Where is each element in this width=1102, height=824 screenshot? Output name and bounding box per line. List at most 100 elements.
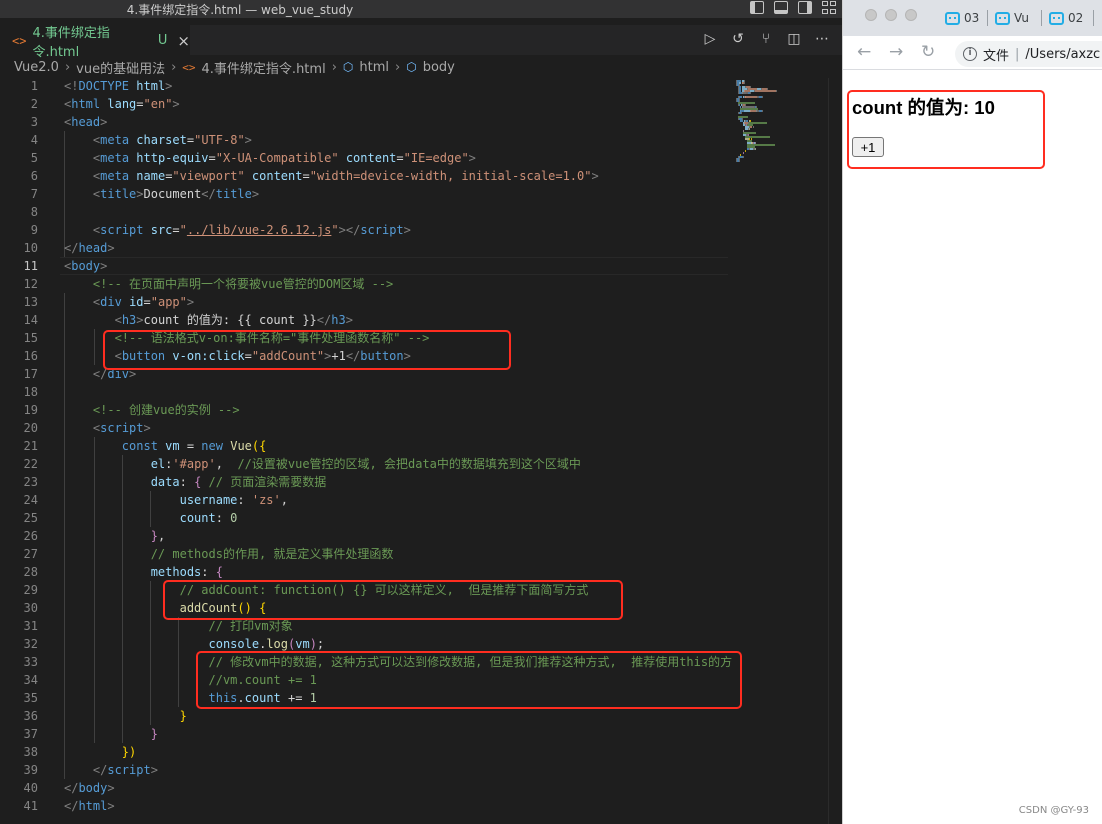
breadcrumb-item[interactable]: body: [423, 60, 455, 75]
breadcrumb: Vue2.0 › vue的基础用法 › <> 4.事件绑定指令.html › ⬡…: [0, 56, 842, 78]
line-text: <!DOCTYPE html>: [64, 79, 173, 93]
window-minimize-button[interactable]: [885, 9, 897, 21]
line-number: 39: [23, 763, 38, 777]
line-text: const vm = new Vue({: [121, 439, 267, 453]
breadcrumb-item[interactable]: 4.事件绑定指令.html: [202, 58, 326, 77]
code-line[interactable]: 11 <body>: [0, 257, 728, 275]
minimap-token: [776, 90, 777, 92]
code-line[interactable]: 12 <!-- 在页面中声明一个将要被vue管控的DOM区域 -->: [0, 275, 728, 293]
more-actions-icon[interactable]: ⋯: [814, 31, 830, 47]
breadcrumb-item[interactable]: html: [359, 60, 389, 75]
code-line[interactable]: 7 <title>Document</title>: [0, 185, 728, 203]
run-icon[interactable]: ▷: [702, 31, 718, 47]
toggle-panel-icon[interactable]: [774, 1, 788, 14]
timeline-icon[interactable]: ↺: [730, 31, 746, 47]
browser-tab[interactable]: 03: [945, 8, 979, 28]
browser-tab[interactable]: Vu: [995, 8, 1029, 28]
window-zoom-button[interactable]: [905, 9, 917, 21]
code-line[interactable]: 14 <h3>count 的值为: {{ count }}</h3>: [0, 311, 728, 329]
address-text: /Users/axzc: [1025, 46, 1101, 62]
minimap-token: [739, 160, 740, 162]
code-line[interactable]: 19 <!-- 创建vue的实例 -->: [0, 401, 728, 419]
line-number: 6: [30, 169, 38, 183]
line-number: 36: [23, 709, 38, 723]
code-line[interactable]: 38 }): [0, 743, 728, 761]
minimap[interactable]: [728, 78, 828, 824]
split-editor-icon[interactable]: ◫: [786, 31, 802, 47]
back-arrow-icon[interactable]: ←: [857, 42, 871, 62]
browser-tab-label: 02: [1068, 11, 1084, 25]
code-line[interactable]: 20 <script>: [0, 419, 728, 437]
customize-layout-icon[interactable]: [822, 1, 836, 14]
minimap-token: [754, 90, 777, 92]
code-line[interactable]: 21 const vm = new Vue({: [0, 437, 728, 455]
code-line[interactable]: 37 }: [0, 725, 728, 743]
forward-arrow-icon[interactable]: →: [889, 42, 903, 62]
code-line[interactable]: 39 </script>: [0, 761, 728, 779]
editor-actions: ▷ ↺ ⑂ ◫ ⋯: [702, 31, 830, 47]
line-text: // methods的作用, 就是定义事件处理函数: [150, 547, 394, 561]
info-icon[interactable]: i: [963, 47, 977, 61]
toggle-primary-sidebar-icon[interactable]: [750, 1, 764, 14]
minimap-token: [761, 110, 763, 112]
code-line[interactable]: 4 <meta charset="UTF-8">: [0, 131, 728, 149]
code-line[interactable]: 18: [0, 383, 728, 401]
code-line[interactable]: 41 </html>: [0, 797, 728, 815]
line-number: 28: [23, 565, 38, 579]
code-line[interactable]: 3 <head>: [0, 113, 728, 131]
line-number: 34: [23, 673, 38, 687]
line-text: <meta http-equiv="X-UA-Compatible" conte…: [92, 151, 476, 165]
reload-icon[interactable]: ↻: [921, 42, 935, 62]
browser-toolbar: ← → ↻ i 文件 | /Users/axzc: [843, 36, 1102, 70]
browser-window: 03 Vu 02 ← → ↻ i 文件 | /Users/axzc count …: [842, 0, 1102, 824]
code-line[interactable]: 23 data: { // 页面渲染需要数据: [0, 473, 728, 491]
code-line[interactable]: 36 }: [0, 707, 728, 725]
line-number: 29: [23, 583, 38, 597]
code-line[interactable]: 9 <script src="../lib/vue-2.6.12.js"></s…: [0, 221, 728, 239]
annotation-box: [847, 90, 1045, 169]
browser-tab-label: Vu: [1014, 11, 1029, 25]
line-text: <!-- 创建vue的实例 -->: [92, 403, 240, 417]
line-number: 20: [23, 421, 38, 435]
code-editor[interactable]: 1 <!DOCTYPE html> 2 <html lang="en"> 3 <head>…: [0, 77, 733, 824]
bilibili-icon: [1049, 11, 1064, 25]
editor-tab-active[interactable]: <> 4.事件绑定指令.html U ×: [0, 25, 190, 60]
code-line[interactable]: 8: [0, 203, 728, 221]
code-line[interactable]: 5 <meta http-equiv="X-UA-Compatible" con…: [0, 149, 728, 167]
line-text: </body>: [64, 781, 115, 795]
minimap-token: [742, 152, 744, 154]
toggle-secondary-sidebar-icon[interactable]: [798, 1, 812, 14]
title-bar: 4.事件绑定指令.html — web_vue_study: [0, 0, 842, 18]
address-bar[interactable]: i 文件 | /Users/axzc: [955, 41, 1102, 67]
editor-scrollbar[interactable]: [828, 78, 842, 824]
code-line[interactable]: 2 <html lang="en">: [0, 95, 728, 113]
address-scheme-label: 文件: [983, 48, 1010, 64]
code-line[interactable]: 40 </body>: [0, 779, 728, 797]
line-text: }): [121, 745, 137, 759]
code-line[interactable]: 26 },: [0, 527, 728, 545]
bilibili-icon: [995, 11, 1010, 25]
minimap-token: [748, 128, 750, 130]
browser-tab[interactable]: 02: [1049, 8, 1083, 28]
line-number: 9: [30, 223, 38, 237]
line-number: 12: [23, 277, 38, 291]
line-number: 14: [23, 313, 38, 327]
code-line[interactable]: 24 username: 'zs',: [0, 491, 728, 509]
source-control-icon[interactable]: ⑂: [758, 31, 774, 47]
code-line[interactable]: 27 // methods的作用, 就是定义事件处理函数: [0, 545, 728, 563]
line-text: <!-- 在页面中声明一个将要被vue管控的DOM区域 -->: [92, 277, 394, 291]
code-line[interactable]: 28 methods: {: [0, 563, 728, 581]
window-close-button[interactable]: [865, 9, 877, 21]
code-line[interactable]: 10 </head>: [0, 239, 728, 257]
code-line[interactable]: 1 <!DOCTYPE html>: [0, 77, 728, 95]
code-line[interactable]: 25 count: 0: [0, 509, 728, 527]
line-number: 5: [30, 151, 38, 165]
code-line[interactable]: 6 <meta name="viewport" content="width=d…: [0, 167, 728, 185]
breadcrumb-item[interactable]: Vue2.0: [14, 60, 59, 75]
line-text: <h3>count 的值为: {{ count }}</h3>: [114, 313, 353, 327]
line-text: },: [150, 529, 166, 543]
close-icon[interactable]: ×: [177, 32, 190, 50]
breadcrumb-item[interactable]: vue的基础用法: [76, 58, 165, 77]
code-line[interactable]: 22 el:'#app', //设置被vue管控的区域, 会把data中的数据填…: [0, 455, 728, 473]
code-line[interactable]: 13 <div id="app">: [0, 293, 728, 311]
